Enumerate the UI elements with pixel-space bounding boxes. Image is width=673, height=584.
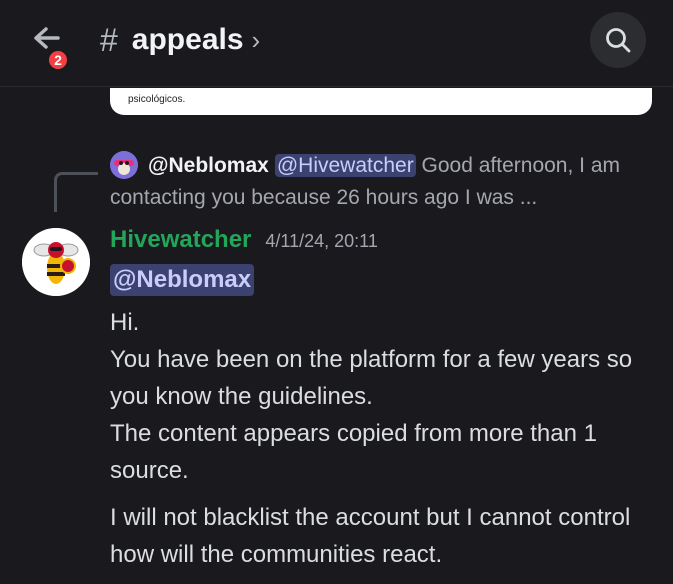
reply-author[interactable]: @Neblomax [148, 154, 269, 177]
embed-text: psicológicos. [128, 94, 186, 105]
message-timestamp: 4/11/24, 20:11 [265, 231, 378, 251]
search-button[interactable] [590, 12, 646, 68]
header-divider [0, 86, 673, 87]
channel-title[interactable]: # appeals › [100, 20, 260, 60]
embed-preview[interactable]: psicológicos. [110, 88, 652, 115]
channel-name: appeals [131, 23, 244, 56]
notification-badge: 2 [46, 48, 70, 72]
chevron-right-icon: › [251, 24, 261, 55]
message-body: Hi. You have been on the platform for a … [110, 304, 655, 573]
search-icon [606, 28, 631, 53]
top-bar: 2 # appeals › [0, 0, 673, 80]
message-line: I will not blacklist the account but I c… [110, 504, 631, 568]
reply-connector [54, 172, 98, 212]
reply-preview[interactable]: @Neblomax @Hivewatcher Good afternoon, I … [110, 150, 650, 214]
avatar[interactable] [22, 228, 90, 296]
message-line: Hi. [110, 309, 140, 336]
message-line: The content appears copied from more tha… [110, 420, 597, 484]
hash-icon: # [100, 21, 118, 58]
message-username[interactable]: Hivewatcher [110, 226, 251, 254]
message-line: You have been on the platform for a few … [110, 346, 633, 410]
hornet-avatar-icon [22, 228, 90, 296]
message-header: Hivewatcher 4/11/24, 20:11 [110, 226, 378, 258]
message-mention[interactable]: @Neblomax [110, 264, 255, 296]
reply-mention[interactable]: @Hivewatcher [274, 154, 416, 177]
